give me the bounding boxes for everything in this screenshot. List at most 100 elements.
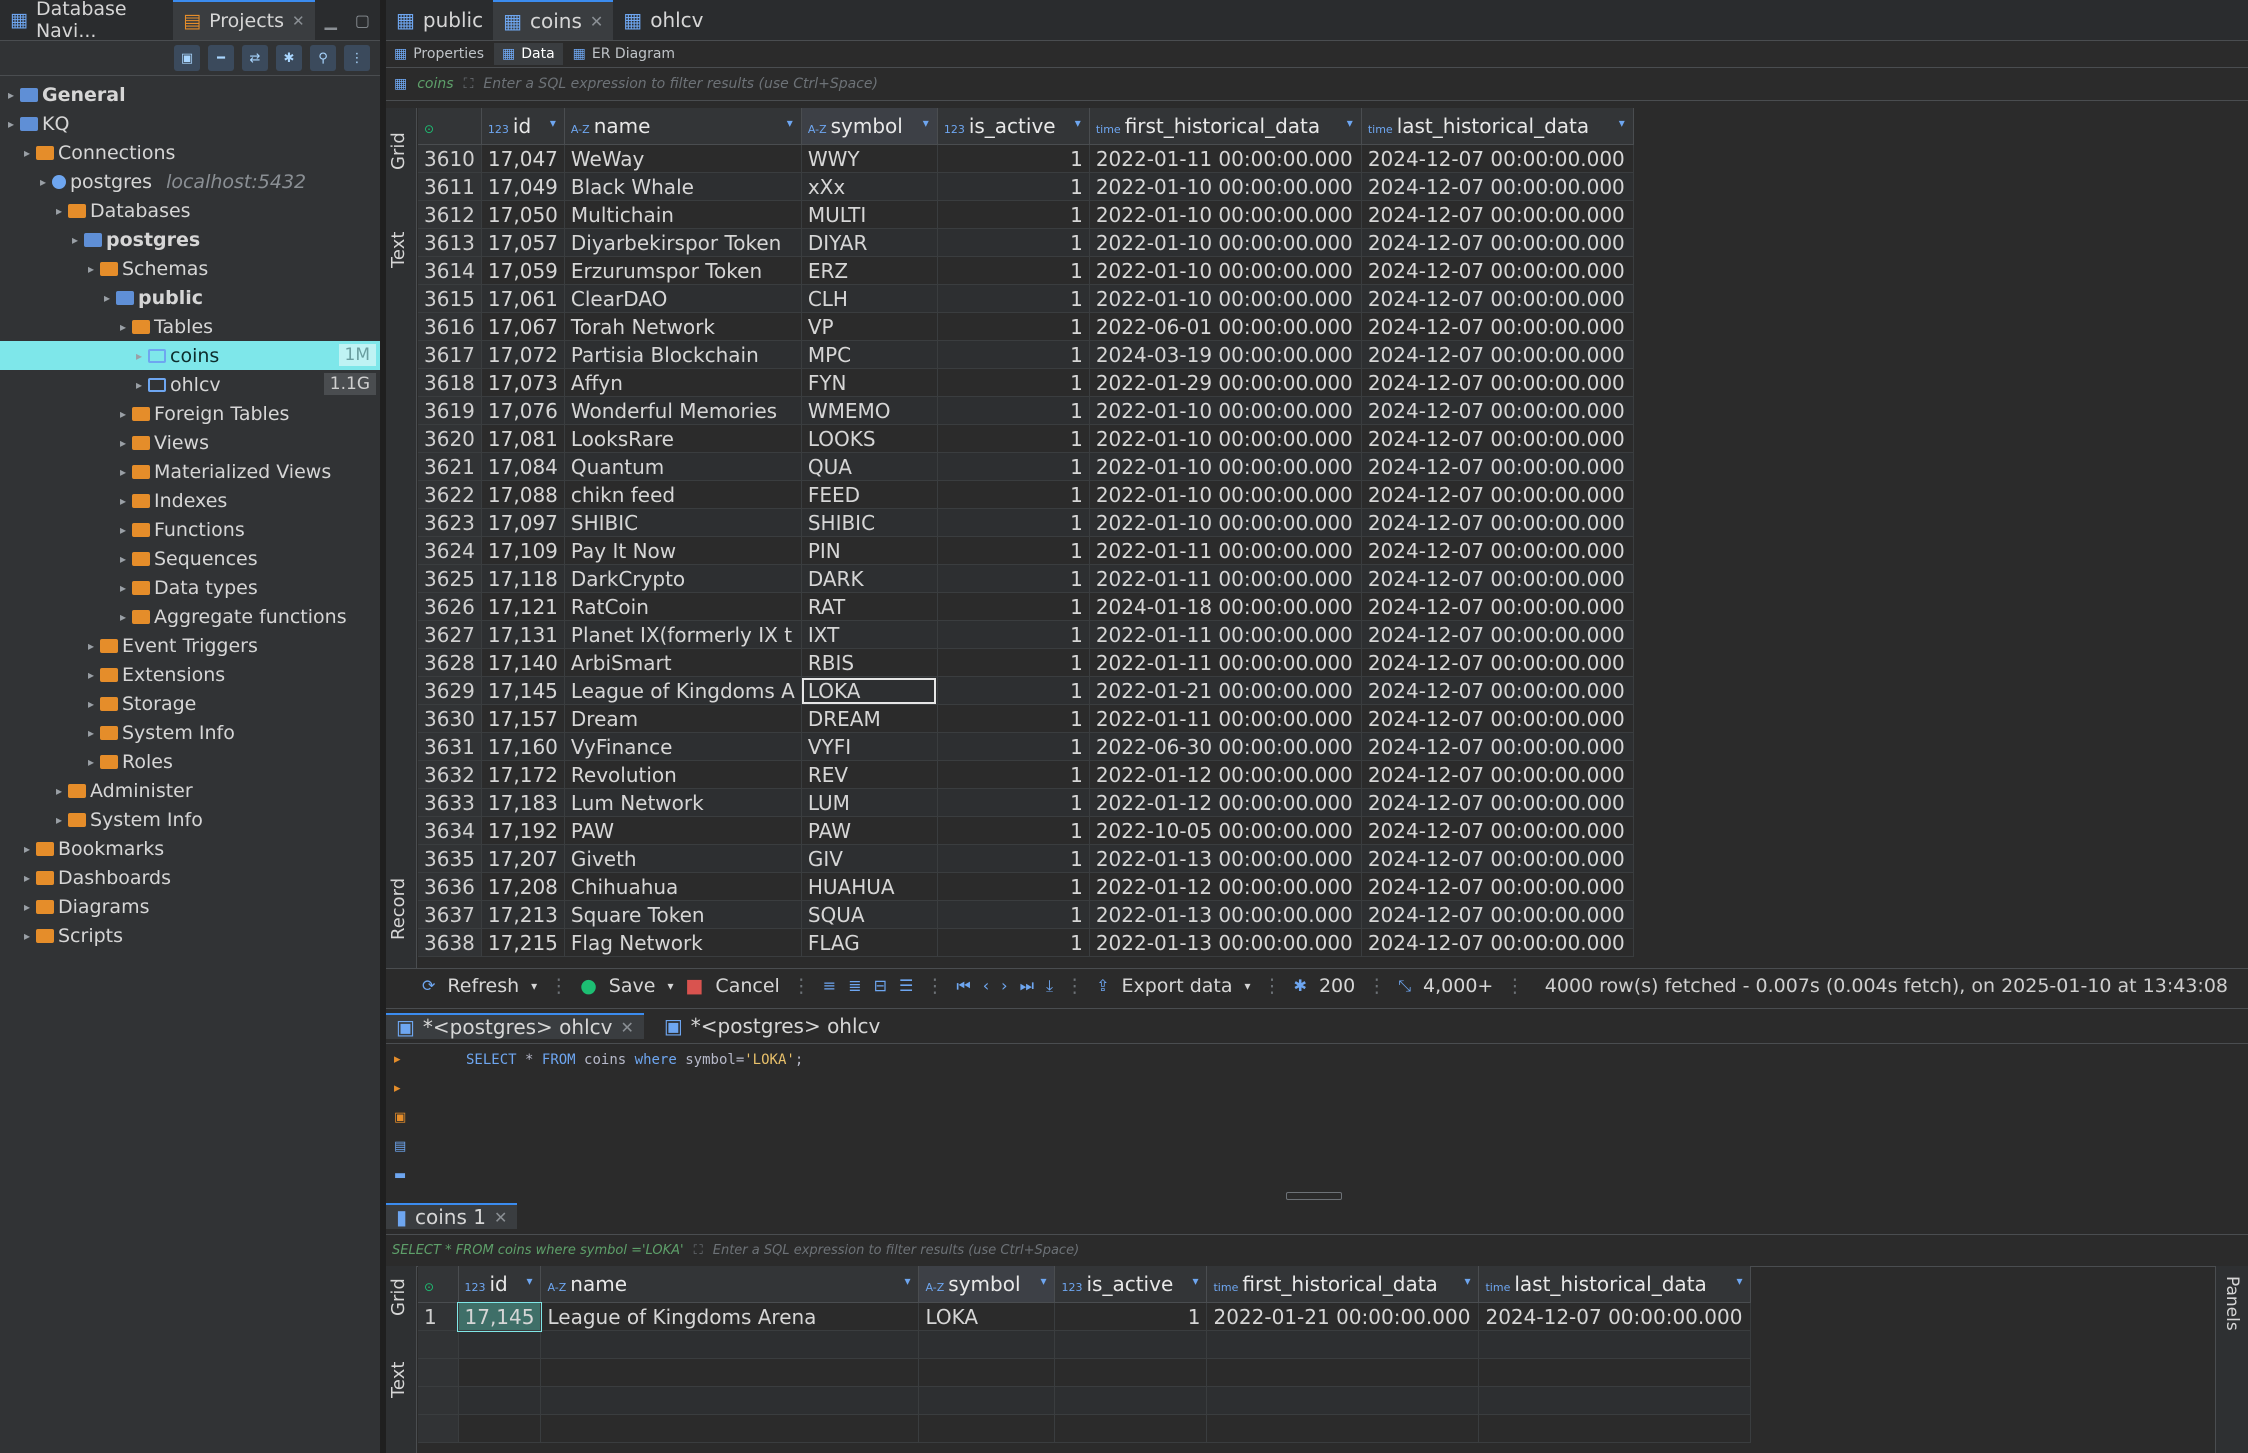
tree-node-general[interactable]: ▸ General (0, 80, 380, 109)
row-number[interactable]: 3622 (418, 480, 482, 509)
row-number[interactable]: 3624 (418, 536, 482, 565)
sort-filter-icon[interactable]: ▾ (526, 1274, 532, 1288)
tree-node-data-types[interactable]: ▸ Data types (0, 573, 380, 602)
cell-is-active[interactable]: 1 (937, 340, 1090, 369)
cell-last-historical-data[interactable]: 2024-12-07 00:00:00.000 (1361, 200, 1634, 229)
results-grid[interactable]: ⊙ 123 id ▾ A-Z name ▾ A-Z symbol ▾ 123 is_active ▾ ti… (418, 1266, 1752, 1443)
cell-last-historical-data[interactable]: 2024-12-07 00:00:00.000 (1361, 844, 1634, 873)
cell-id[interactable]: 17,049 (481, 172, 565, 201)
column-header-last-historical-data[interactable]: time last_historical_data ▾ (1478, 1266, 1752, 1303)
refresh-button[interactable]: Refresh (447, 975, 519, 997)
cell-last-historical-data[interactable]: 2024-12-07 00:00:00.000 (1478, 1302, 1752, 1331)
expand-arrow-icon[interactable]: ▸ (52, 784, 66, 798)
tab-sql-editor[interactable]: ▣ *<postgres> ohlcv (654, 1014, 890, 1038)
tree-node-postgres[interactable]: ▸ postgres (0, 225, 380, 254)
tree-node-system-info[interactable]: ▸ System Info (0, 718, 380, 747)
cell-last-historical-data[interactable]: 2024-12-07 00:00:00.000 (1361, 340, 1634, 369)
maximize-icon[interactable]: ▢ (355, 11, 370, 30)
column-header-id[interactable]: 123 id ▾ (481, 108, 565, 145)
cell-id[interactable]: 17,192 (481, 816, 565, 845)
cell-name[interactable]: Pay It Now (564, 536, 802, 565)
expand-arrow-icon[interactable]: ▸ (116, 610, 130, 624)
close-icon[interactable]: ✕ (590, 12, 603, 31)
tree-node-schemas[interactable]: ▸ Schemas (0, 254, 380, 283)
cell-name[interactable]: Square Token (564, 900, 802, 929)
cell-is-active[interactable]: 1 (937, 396, 1090, 425)
table-row[interactable]: 3623 17,097 SHIBIC SHIBIC 1 2022-01-10 00:00:… (418, 508, 1634, 537)
row-number[interactable]: 3617 (418, 340, 482, 369)
tab-er-diagram[interactable]: ▦ ER Diagram (565, 43, 683, 65)
tree-node-scripts[interactable]: ▸ Scripts (0, 921, 380, 950)
column-header-symbol[interactable]: A-Z symbol ▾ (801, 108, 938, 145)
column-header-first-historical-data[interactable]: time first_historical_data ▾ (1206, 1266, 1480, 1303)
table-row[interactable]: 3631 17,160 VyFinance VYFI 1 2022-06-30 00:00… (418, 732, 1634, 761)
save-button[interactable]: Save (609, 975, 656, 997)
row-number[interactable]: 3616 (418, 312, 482, 341)
cell-symbol[interactable]: IXT (801, 620, 938, 649)
sort-filter-icon[interactable]: ▾ (1040, 1274, 1046, 1288)
expand-arrow-icon[interactable]: ▸ (4, 88, 18, 102)
expand-arrow-icon[interactable]: ▸ (84, 639, 98, 653)
cell-id[interactable]: 17,047 (481, 144, 565, 173)
fetch-size-input[interactable]: 200 (1319, 975, 1355, 997)
row-number-header[interactable]: ⊙ (418, 108, 482, 145)
row-number[interactable]: 3628 (418, 648, 482, 677)
expand-arrow-icon[interactable]: ▸ (52, 813, 66, 827)
tab-text[interactable]: Text (388, 1362, 409, 1398)
tree-node-ohlcv[interactable]: ▸ ohlcv 1.1G (0, 370, 380, 399)
cell-id[interactable]: 17,084 (481, 452, 565, 481)
cell-symbol[interactable]: RBIS (801, 648, 938, 677)
row-number-header[interactable]: ⊙ (418, 1266, 459, 1303)
delete-row-icon[interactable]: ⊟ (874, 976, 887, 995)
table-row[interactable]: 3612 17,050 Multichain MULTI 1 2022-01-10 00:… (418, 200, 1634, 229)
cell-id[interactable]: 17,160 (481, 732, 565, 761)
table-row[interactable]: 3611 17,049 Black Whale xXx 1 2022-01-10 00:0… (418, 172, 1634, 201)
table-row[interactable]: 3617 17,072 Partisia Blockchain MPC 1 2024-03… (418, 340, 1634, 369)
tree-node-system-info[interactable]: ▸ System Info (0, 805, 380, 834)
cell-name[interactable]: League of Kingdoms Arena (540, 1302, 920, 1331)
panels-sidebar[interactable]: Panels (2215, 1266, 2248, 1453)
row-number[interactable]: 3613 (418, 228, 482, 257)
table-row[interactable]: 3632 17,172 Revolution REV 1 2022-01-12 00:00… (418, 760, 1634, 789)
cell-is-active[interactable]: 1 (937, 872, 1090, 901)
cell-id[interactable]: 17,097 (481, 508, 565, 537)
cell-first-historical-data[interactable]: 2022-01-10 00:00:00.000 (1089, 424, 1362, 453)
tree-node-aggregate-functions[interactable]: ▸ Aggregate functions (0, 602, 380, 631)
column-header-name[interactable]: A-Z name ▾ (564, 108, 802, 145)
cell-symbol[interactable]: FEED (801, 480, 938, 509)
cell-last-historical-data[interactable]: 2024-12-07 00:00:00.000 (1361, 872, 1634, 901)
tab-results-coins-1[interactable]: ▮ coins 1 ✕ (386, 1203, 518, 1229)
expand-arrow-icon[interactable]: ▸ (84, 726, 98, 740)
cell-symbol[interactable]: QUA (801, 452, 938, 481)
expand-arrow-icon[interactable]: ▸ (132, 378, 146, 392)
cell-last-historical-data[interactable]: 2024-12-07 00:00:00.000 (1361, 312, 1634, 341)
cell-is-active[interactable]: 1 (937, 228, 1090, 257)
sort-filter-icon[interactable]: ▾ (787, 116, 793, 130)
tree-node-views[interactable]: ▸ Views (0, 428, 380, 457)
tree-node-event-triggers[interactable]: ▸ Event Triggers (0, 631, 380, 660)
cell-id[interactable]: 17,081 (481, 424, 565, 453)
table-row[interactable]: 3621 17,084 Quantum QUA 1 2022-01-10 00:00:00… (418, 452, 1634, 481)
cell-name[interactable]: Wonderful Memories (564, 396, 802, 425)
table-row[interactable]: 3633 17,183 Lum Network LUM 1 2022-01-12 00:0… (418, 788, 1634, 817)
table-row[interactable]: 3622 17,088 chikn feed FEED 1 2022-01-10 00:0… (418, 480, 1634, 509)
cell-name[interactable]: Revolution (564, 760, 802, 789)
cell-id[interactable]: 17,050 (481, 200, 565, 229)
sql-editor[interactable]: ▸ ▸ ▣ ▤ ▬ SELECT * FROM coins where symb… (386, 1042, 2248, 1190)
cell-first-historical-data[interactable]: 2022-01-13 00:00:00.000 (1089, 844, 1362, 873)
cell-symbol[interactable]: VYFI (801, 732, 938, 761)
table-row[interactable]: 1 17,145 League of Kingdoms Arena LOKA 1 2022… (418, 1301, 1752, 1332)
cell-first-historical-data[interactable]: 2022-01-10 00:00:00.000 (1089, 452, 1362, 481)
table-row[interactable]: 3615 17,061 ClearDAO CLH 1 2022-01-10 00:00:0… (418, 284, 1634, 313)
table-row[interactable]: 3624 17,109 Pay It Now PIN 1 2022-01-11 00:00… (418, 536, 1634, 565)
cell-symbol[interactable]: MULTI (801, 200, 938, 229)
chevron-down-icon[interactable]: ▾ (667, 979, 673, 993)
row-number[interactable]: 3625 (418, 564, 482, 593)
tree-node-kq[interactable]: ▸ KQ (0, 109, 380, 138)
cell-is-active[interactable]: 1 (937, 760, 1090, 789)
cell-name[interactable]: Lum Network (564, 788, 802, 817)
cell-symbol[interactable]: LUM (801, 788, 938, 817)
expand-arrow-icon[interactable]: ▸ (52, 204, 66, 218)
tree-node-roles[interactable]: ▸ Roles (0, 747, 380, 776)
execute-script-icon[interactable]: ▸ (394, 1081, 406, 1096)
